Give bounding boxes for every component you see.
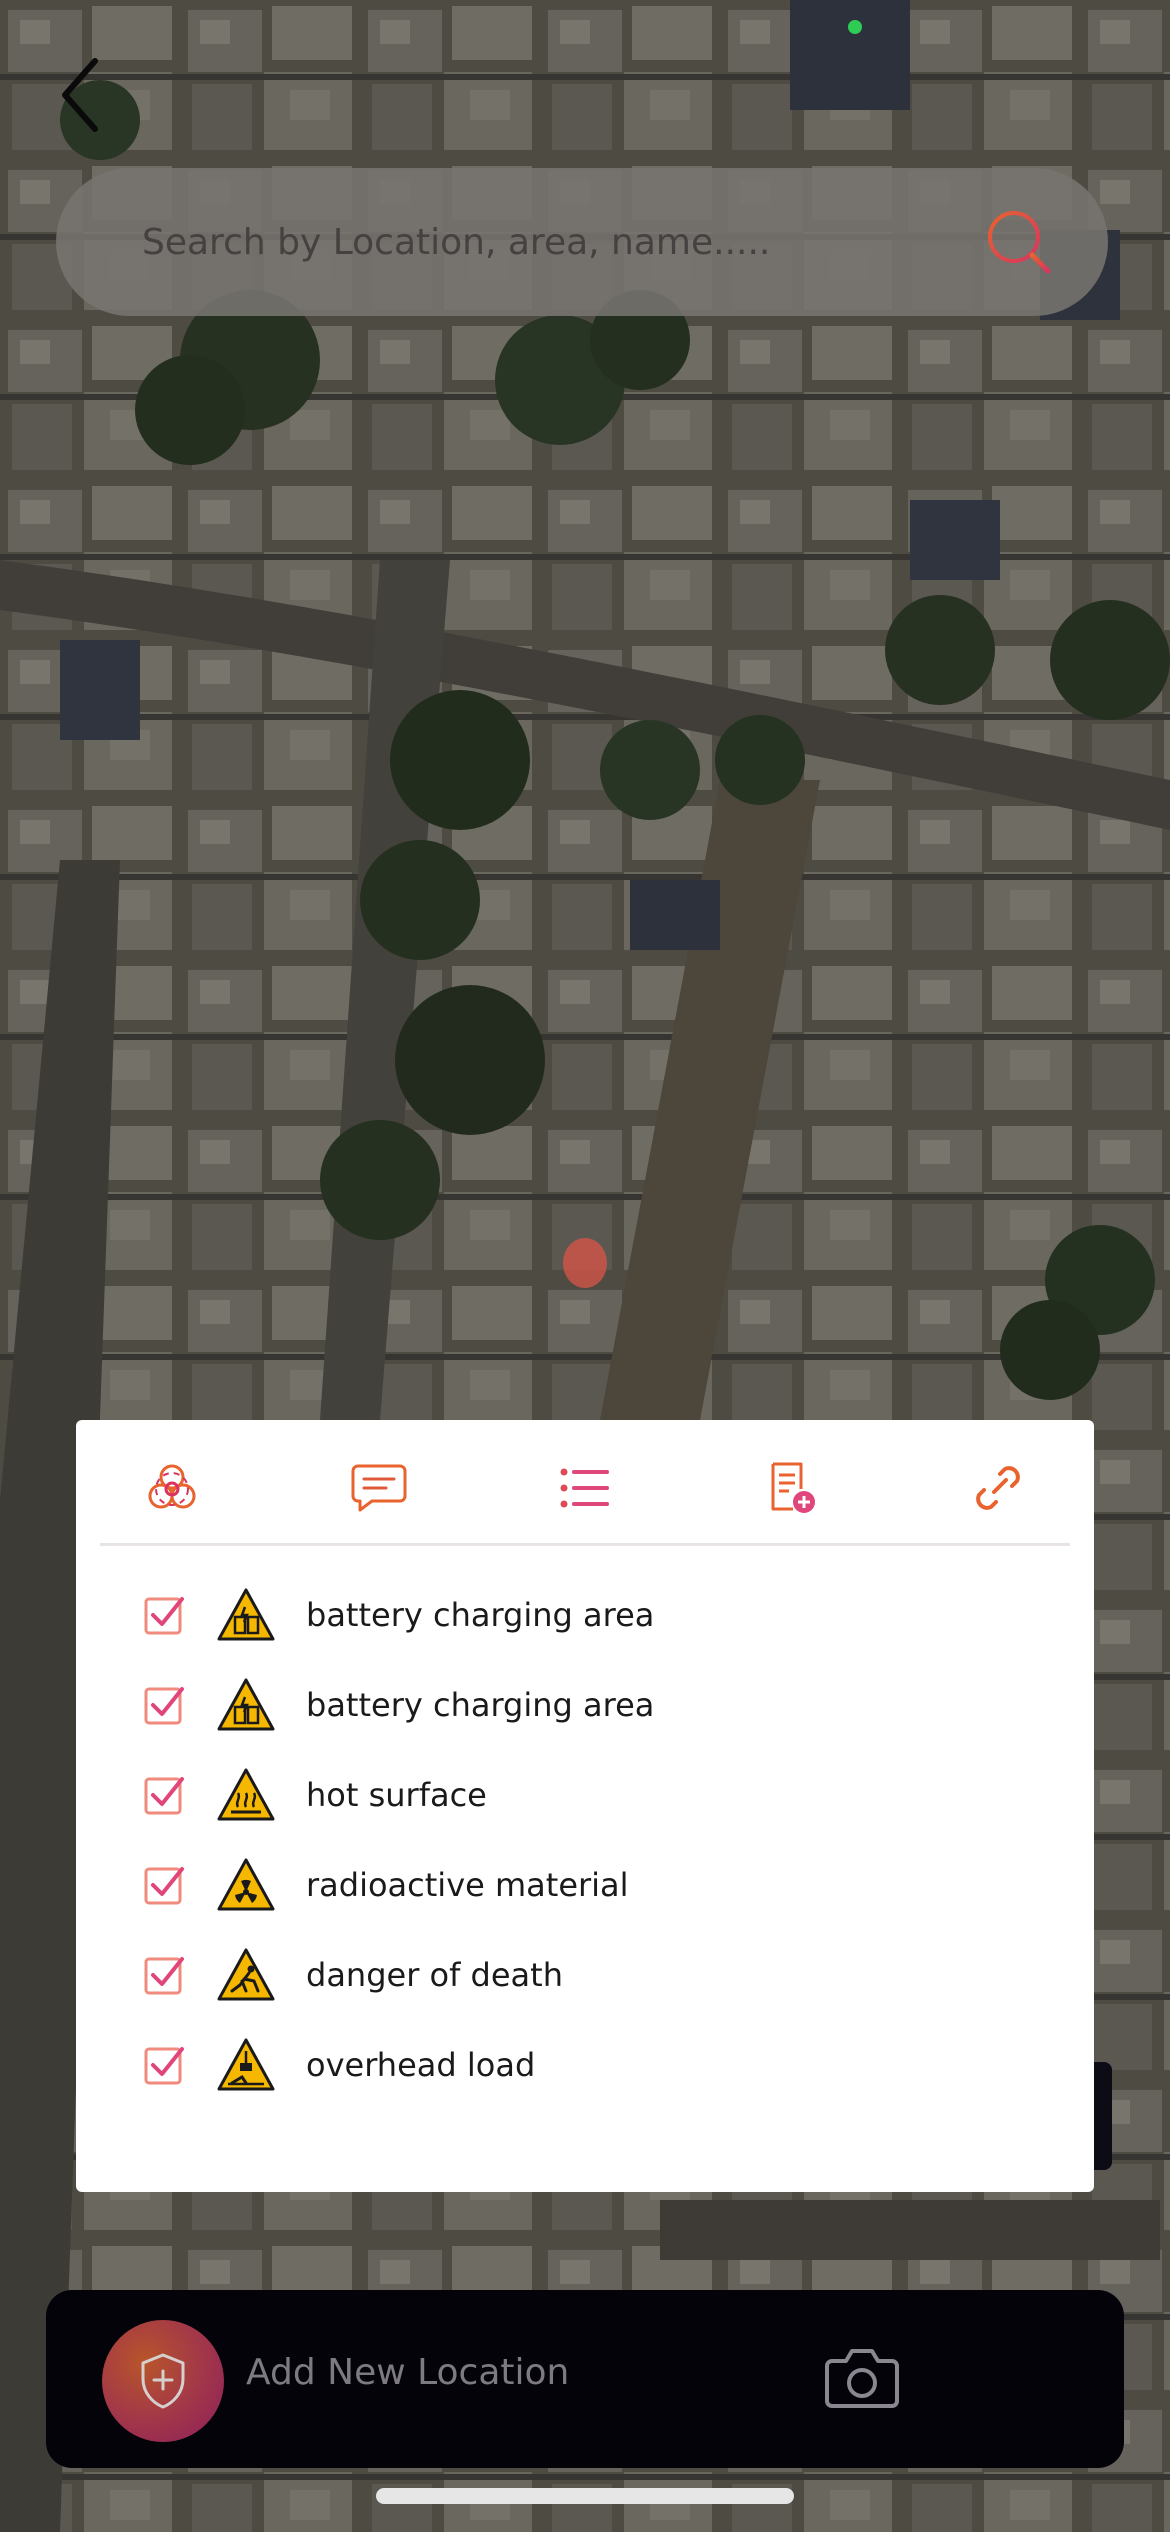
overhead-load-warning-icon bbox=[217, 2038, 275, 2091]
search-input[interactable] bbox=[140, 201, 984, 283]
app-screen: battery charging area battery charging a… bbox=[0, 0, 1170, 2532]
tab-list[interactable] bbox=[553, 1456, 617, 1520]
bottom-action-bar: Add New Location bbox=[46, 2290, 1124, 2468]
search-bar[interactable] bbox=[56, 168, 1108, 316]
note-add-icon bbox=[771, 1462, 815, 1513]
back-button[interactable] bbox=[50, 50, 110, 140]
add-location-button[interactable] bbox=[102, 2320, 224, 2442]
danger-of-death-warning-icon bbox=[217, 1948, 275, 2001]
chat-icon bbox=[351, 1464, 406, 1511]
chevron-left-icon bbox=[62, 58, 98, 132]
home-indicator[interactable] bbox=[376, 2488, 794, 2504]
location-shield-plus-icon bbox=[141, 2353, 185, 2409]
hazard-label: battery charging area bbox=[306, 1686, 655, 1724]
tab-link[interactable] bbox=[966, 1456, 1030, 1520]
map-location-marker[interactable] bbox=[563, 1238, 607, 1288]
side-drawer-handle[interactable] bbox=[1094, 2062, 1112, 2170]
biohazard-icon bbox=[148, 1464, 196, 1508]
camera-button[interactable] bbox=[822, 2338, 902, 2418]
hazard-label: battery charging area bbox=[306, 1596, 655, 1634]
search-icon[interactable] bbox=[984, 207, 1054, 277]
list-icon bbox=[560, 1468, 609, 1507]
checkbox-checked-icon[interactable] bbox=[142, 1951, 190, 1999]
camera-icon bbox=[825, 2349, 899, 2408]
hazard-label: danger of death bbox=[306, 1956, 563, 1994]
checkbox-checked-icon[interactable] bbox=[142, 1771, 190, 1819]
add-location-label[interactable]: Add New Location bbox=[246, 2352, 569, 2393]
panel-tab-bar bbox=[100, 1446, 1070, 1546]
checkbox-checked-icon[interactable] bbox=[142, 1591, 190, 1639]
hazard-list: battery charging area battery charging a… bbox=[142, 1570, 1042, 2110]
tab-hazards[interactable] bbox=[140, 1456, 204, 1520]
list-item[interactable]: battery charging area bbox=[142, 1570, 1042, 1660]
hazard-label: overhead load bbox=[306, 2046, 536, 2084]
status-indicator-dot bbox=[848, 20, 862, 34]
list-item[interactable]: battery charging area bbox=[142, 1660, 1042, 1750]
checkbox-checked-icon[interactable] bbox=[142, 1861, 190, 1909]
tab-add-note[interactable] bbox=[760, 1456, 824, 1520]
list-item[interactable]: overhead load bbox=[142, 2020, 1042, 2110]
hazard-label: hot surface bbox=[306, 1776, 487, 1814]
checkbox-checked-icon[interactable] bbox=[142, 2041, 190, 2089]
list-item[interactable]: radioactive material bbox=[142, 1840, 1042, 1930]
tab-messages[interactable] bbox=[347, 1456, 411, 1520]
link-icon bbox=[976, 1465, 1020, 1510]
checkbox-checked-icon[interactable] bbox=[142, 1681, 190, 1729]
hazard-label: radioactive material bbox=[306, 1866, 629, 1904]
hot-surface-warning-icon bbox=[217, 1768, 275, 1821]
hazard-panel: battery charging area battery charging a… bbox=[76, 1420, 1094, 2192]
radioactive-warning-icon bbox=[217, 1858, 275, 1911]
battery-charging-warning-icon bbox=[217, 1588, 275, 1641]
battery-charging-warning-icon bbox=[217, 1678, 275, 1731]
list-item[interactable]: danger of death bbox=[142, 1930, 1042, 2020]
list-item[interactable]: hot surface bbox=[142, 1750, 1042, 1840]
